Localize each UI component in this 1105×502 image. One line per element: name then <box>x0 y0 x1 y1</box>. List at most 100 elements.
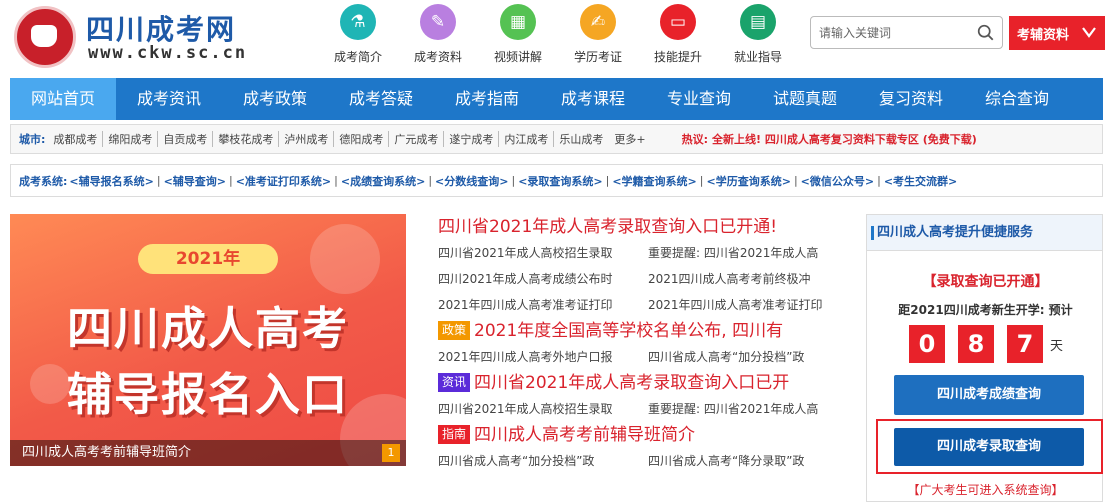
city-link[interactable]: 内江成考 <box>499 131 555 147</box>
top-nav-item-materials[interactable]: ✎ 成考资料 <box>398 4 478 68</box>
countdown-digit: 8 <box>958 325 994 363</box>
news-list: 四川省2021年成人高考录取查询入口已开通! 四川省2021年成人高校招生录取 … <box>438 214 838 474</box>
news-link[interactable]: 2021四川成人高考考前终极冲 <box>648 266 838 292</box>
system-link[interactable]: <录取查询系统> <box>518 173 602 189</box>
decor-bubble <box>310 224 380 294</box>
news-link[interactable]: 重要提醒: 四川省2021年成人高 <box>648 240 838 266</box>
system-note-link[interactable]: 【广大考生可进入系统查询】 <box>867 481 1104 498</box>
system-link[interactable]: <成绩查询系统> <box>341 173 425 189</box>
system-link[interactable]: <辅导报名系统> <box>69 173 153 189</box>
headline-text: 2021年度全国高等学校名单公布, 四川有 <box>474 321 784 341</box>
system-link[interactable]: <学历查询系统> <box>707 173 791 189</box>
site-logo[interactable] <box>14 6 76 68</box>
top-nav-label: 视频讲解 <box>493 50 542 64</box>
system-label: 成考系统: <box>19 174 68 188</box>
city-link[interactable]: 遂宁成考 <box>444 131 500 147</box>
category-tag[interactable]: 指南 <box>438 425 471 444</box>
system-bar: 成考系统: <辅导报名系统> | <辅导查询> | <准考证打印系统> | <成… <box>10 164 1103 197</box>
admission-query-button[interactable]: 四川成考录取查询 <box>894 428 1084 466</box>
banner-year: 2021年 <box>138 244 278 274</box>
top-nav-label: 就业指导 <box>733 50 782 64</box>
countdown-digit: 7 <box>1007 325 1043 363</box>
day-unit: 天 <box>1050 338 1064 354</box>
main-nav-news[interactable]: 成考资讯 <box>116 78 222 120</box>
site-name[interactable]: 四川成考网 <box>86 8 236 48</box>
news-headline[interactable]: 指南 四川成人高考考前辅导班简介 <box>438 422 838 448</box>
news-link[interactable]: 四川省2021年成人高校招生录取 <box>438 240 648 266</box>
top-nav-label: 学历考证 <box>573 50 622 64</box>
city-link[interactable]: 德阳成考 <box>334 131 390 147</box>
news-row: 四川省2021年成人高校招生录取 重要提醒: 四川省2021年成人高 <box>438 240 838 266</box>
city-link[interactable]: 广元成考 <box>389 131 445 147</box>
news-link[interactable]: 2021年四川成人高考外地户口报 <box>438 344 648 370</box>
news-headline[interactable]: 四川省2021年成人高考录取查询入口已开通! <box>438 214 838 240</box>
promo-banner[interactable]: 2021年 四川成人高考 辅导报名入口 四川成人高考考前辅导班简介 1 <box>10 214 406 466</box>
news-headline[interactable]: 资讯 四川省2021年成人高考录取查询入口已开 <box>438 370 838 396</box>
news-link[interactable]: 2021年四川成人高考准考证打印 <box>438 292 648 318</box>
top-nav-item-career[interactable]: ▤ 就业指导 <box>718 4 798 68</box>
system-link[interactable]: <微信公众号> <box>801 173 874 189</box>
main-nav-exams[interactable]: 试题真题 <box>752 78 858 120</box>
separator: | <box>156 174 161 187</box>
city-link[interactable]: 攀枝花成考 <box>213 131 280 147</box>
system-link[interactable]: <准考证打印系统> <box>236 173 331 189</box>
fudao-materials-label: 考辅资料 <box>1017 27 1070 43</box>
banner-caption[interactable]: 四川成人高考考前辅导班简介 1 <box>10 440 406 466</box>
system-link[interactable]: <分数线查询> <box>435 173 508 189</box>
city-link[interactable]: 绵阳成考 <box>103 131 159 147</box>
hot-link[interactable]: 全新上线! 四川成人高考复习资料下载专区 (免费下载) <box>712 131 977 147</box>
category-tag[interactable]: 政策 <box>438 321 471 340</box>
search-icon[interactable] <box>977 24 994 41</box>
search-input[interactable] <box>819 24 969 42</box>
top-nav-item-intro[interactable]: ⚗ 成考简介 <box>318 4 398 68</box>
separator: | <box>334 174 338 187</box>
system-link[interactable]: <学籍查询系统> <box>612 173 696 189</box>
news-link[interactable]: 四川省2021年成人高校招生录取 <box>438 396 648 422</box>
book-icon: ✎ <box>420 4 456 40</box>
news-row: 四川省2021年成人高校招生录取 重要提醒: 四川省2021年成人高 <box>438 396 838 422</box>
news-link[interactable]: 2021年四川成人高考准考证打印 <box>648 292 838 318</box>
city-link[interactable]: 成都成考 <box>48 131 104 147</box>
main-nav-query[interactable]: 综合查询 <box>964 78 1070 120</box>
news-link[interactable]: 四川省成人高考“加分投档”政 <box>648 344 838 370</box>
news-link[interactable]: 四川2021年成人高考成绩公布时 <box>438 266 648 292</box>
top-nav: ⚗ 成考简介 ✎ 成考资料 ▦ 视频讲解 ✍ 学历考证 ▭ 技能提升 ▤ 就业指… <box>318 4 798 68</box>
building-icon: ▦ <box>500 4 536 40</box>
news-link[interactable]: 四川省成人高考“加分投档”政 <box>438 448 648 474</box>
more-cities-link[interactable]: 更多+ <box>614 131 645 147</box>
banner-headline-2: 辅导报名入口 <box>66 368 349 421</box>
countdown-digits: 0 8 7 天 <box>909 325 1063 363</box>
main-nav-policy[interactable]: 成考政策 <box>222 78 328 120</box>
news-row: 四川2021年成人高考成绩公布时 2021四川成人高考考前终极冲 <box>438 266 838 292</box>
main-nav-majors[interactable]: 专业查询 <box>646 78 752 120</box>
separator: | <box>793 174 798 187</box>
main-nav-guide[interactable]: 成考指南 <box>434 78 540 120</box>
main-nav-faq[interactable]: 成考答疑 <box>328 78 434 120</box>
city-link[interactable]: 自贡成考 <box>158 131 214 147</box>
main-nav-home[interactable]: 网站首页 <box>10 78 116 120</box>
system-link[interactable]: <考生交流群> <box>884 173 957 189</box>
top-nav-item-video[interactable]: ▦ 视频讲解 <box>478 4 558 68</box>
news-row: 2021年四川成人高考外地户口报 四川省成人高考“加分投档”政 <box>438 344 838 370</box>
separator: | <box>877 174 881 187</box>
fudao-materials-button[interactable]: 考辅资料 <box>1009 16 1105 50</box>
top-nav-item-certificate[interactable]: ✍ 学历考证 <box>558 4 638 68</box>
category-tag[interactable]: 资讯 <box>438 373 471 392</box>
countdown-digit: 0 <box>909 325 945 363</box>
main-nav-review[interactable]: 复习资料 <box>858 78 964 120</box>
system-link[interactable]: <辅导查询> <box>164 173 226 189</box>
headline-text: 四川成人高考考前辅导班简介 <box>474 425 696 445</box>
news-headline[interactable]: 政策 2021年度全国高等学校名单公布, 四川有 <box>438 318 838 344</box>
top-nav-label: 技能提升 <box>653 50 702 64</box>
news-link[interactable]: 重要提醒: 四川省2021年成人高 <box>648 396 838 422</box>
banner-page-indicator[interactable]: 1 <box>382 444 400 462</box>
news-link[interactable]: 四川省成人高考“降分录取”政 <box>648 448 838 474</box>
headline-text: 四川省2021年成人高考录取查询入口已开通! <box>438 217 778 237</box>
score-query-button[interactable]: 四川成考成绩查询 <box>894 375 1084 415</box>
city-link[interactable]: 泸州成考 <box>279 131 335 147</box>
top-nav-item-skills[interactable]: ▭ 技能提升 <box>638 4 718 68</box>
top-nav-label: 成考简介 <box>333 50 382 64</box>
city-link[interactable]: 乐山成考 <box>554 131 608 147</box>
laptop-icon: ▭ <box>660 4 696 40</box>
main-nav-courses[interactable]: 成考课程 <box>540 78 646 120</box>
